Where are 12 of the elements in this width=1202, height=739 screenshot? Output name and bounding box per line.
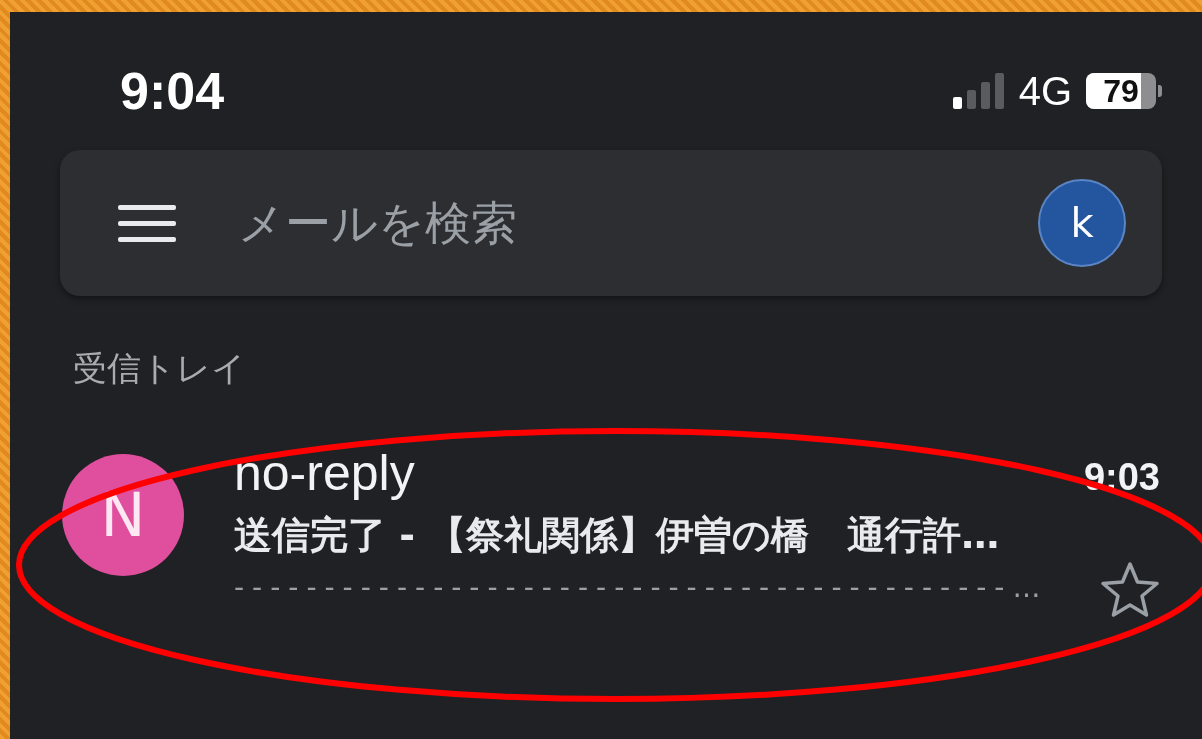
email-subject: 送信完了 - 【祭礼関係】伊曽の橋 通行許… — [234, 512, 1001, 559]
star-icon[interactable] — [1100, 561, 1160, 619]
battery-indicator: 79 — [1086, 73, 1162, 109]
menu-icon[interactable] — [118, 203, 176, 243]
account-avatar[interactable]: k — [1038, 179, 1126, 267]
clock-time: 9:04 — [120, 61, 225, 121]
network-label: 4G — [1018, 68, 1072, 114]
email-snippet: -------------------------------------------… — [234, 571, 1049, 604]
section-label: 受信トレイ — [73, 347, 247, 390]
signal-icon — [952, 73, 1005, 109]
sender-name: no-reply — [234, 444, 415, 502]
search-bar[interactable]: メールを検索 k — [60, 150, 1162, 296]
